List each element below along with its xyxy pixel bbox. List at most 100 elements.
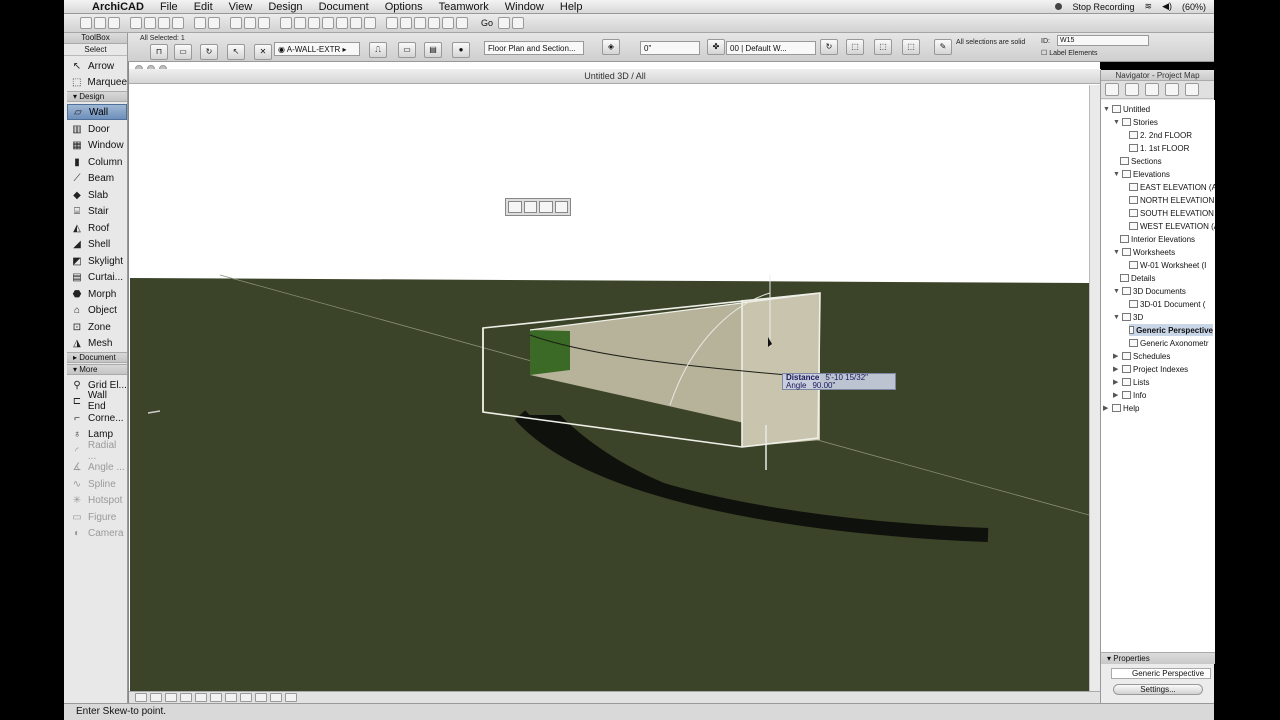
tree-item[interactable]: ▶ Help	[1103, 402, 1139, 414]
zoom-previous-icon[interactable]	[180, 693, 192, 702]
tool-roof[interactable]: ◭ Roof	[67, 220, 127, 236]
orbit-icon[interactable]	[414, 17, 426, 29]
battery-text[interactable]: (60%)	[1182, 2, 1206, 12]
tree-item-selected[interactable]: Generic Perspective	[1129, 324, 1213, 336]
tool-object[interactable]: ⌂ Object	[67, 302, 127, 318]
tree-item[interactable]: WEST ELEVATION (A	[1129, 220, 1215, 232]
tool-door[interactable]: ▥ Door	[67, 121, 127, 137]
tree-item[interactable]: 1. 1st FLOOR	[1129, 142, 1189, 154]
zoom-out-icon[interactable]	[150, 693, 162, 702]
expand-icon[interactable]: ▶	[1113, 352, 1120, 360]
explore-icon[interactable]	[240, 693, 252, 702]
settings-button[interactable]: Settings...	[1113, 684, 1203, 695]
tool-camera[interactable]: ◐ Camera	[67, 525, 127, 541]
wifi-icon[interactable]: ≋	[1145, 1, 1153, 12]
save-icon[interactable]	[108, 17, 120, 29]
structure-icon[interactable]: ▭	[398, 42, 416, 58]
properties-view-name[interactable]: Generic Perspective	[1111, 668, 1211, 679]
expand-icon[interactable]: ▼	[1113, 171, 1120, 178]
view-icon[interactable]	[456, 17, 468, 29]
orbit-icon[interactable]	[225, 693, 237, 702]
tool-spline[interactable]: ∿ Spline	[67, 476, 127, 492]
tree-item[interactable]: ▶ Lists	[1113, 376, 1149, 388]
expand-icon[interactable]: ▶	[1113, 378, 1120, 386]
go-label[interactable]: Go	[478, 18, 496, 28]
profile-icon[interactable]: ⎍	[369, 42, 387, 58]
tool-arrow[interactable]: ↖ Arrow	[67, 58, 127, 74]
tool-stair[interactable]: ⌸ Stair	[67, 203, 127, 219]
print-icon[interactable]	[130, 17, 142, 29]
layer-selector[interactable]: ◉ A-WALL-EXTR ▸	[274, 42, 360, 56]
zoom-selection-icon[interactable]	[285, 693, 297, 702]
snap-guides-icon[interactable]	[294, 17, 306, 29]
menu-window[interactable]: Window	[497, 1, 552, 13]
tool-curtain-wall[interactable]: ▤ Curtai...	[67, 269, 127, 285]
tool-figure[interactable]: ▭ Figure	[67, 509, 127, 525]
properties-header[interactable]: ▾ Properties	[1101, 652, 1215, 664]
menu-help[interactable]: Help	[552, 1, 591, 13]
menu-teamwork[interactable]: Teamwork	[431, 1, 497, 13]
inject-icon[interactable]	[258, 17, 270, 29]
menu-file[interactable]: File	[152, 1, 186, 13]
layout-book-icon[interactable]	[1165, 83, 1179, 96]
more-category[interactable]: ▾ More	[67, 364, 127, 375]
undo-icon[interactable]	[194, 17, 206, 29]
tool-beam[interactable]: ⟋ Beam	[67, 170, 127, 186]
tree-item[interactable]: ▶ Project Indexes	[1113, 363, 1188, 375]
view-3d-icon-1[interactable]: ⬚	[846, 39, 864, 55]
zoom-icon[interactable]	[400, 17, 412, 29]
expand-icon[interactable]: ▼	[1113, 119, 1120, 126]
tree-item[interactable]: ▼ Worksheets	[1113, 246, 1175, 258]
tree-item[interactable]: Details	[1120, 272, 1155, 284]
copy-icon[interactable]	[158, 17, 170, 29]
story-selector[interactable]: 00 | Default W...	[726, 41, 816, 55]
view-3d-icon-3[interactable]: ⬚	[902, 39, 920, 55]
angle-icon[interactable]: ◈	[602, 39, 620, 55]
expand-icon[interactable]: ▶	[1103, 404, 1110, 412]
tool-zone[interactable]: ⊡ Zone	[67, 319, 127, 335]
tool-window[interactable]: ▦ Window	[67, 137, 127, 153]
tool-morph[interactable]: ⬣ Morph	[67, 286, 127, 302]
walk-icon[interactable]	[442, 17, 454, 29]
tool-slab[interactable]: ◆ Slab	[67, 187, 127, 203]
navigator-icon[interactable]	[428, 17, 440, 29]
open-file-icon[interactable]	[94, 17, 106, 29]
tree-item[interactable]: Interior Elevations	[1120, 233, 1195, 245]
view-map-icon[interactable]	[1145, 83, 1159, 96]
arrow-icon[interactable]: ↖	[227, 44, 245, 60]
project-map-icon[interactable]	[1125, 83, 1139, 96]
paste-icon[interactable]	[172, 17, 184, 29]
material-icon[interactable]: ●	[452, 42, 470, 58]
tool-wall[interactable]: ▱ Wall	[67, 104, 127, 120]
tool-angle-dimension[interactable]: ∡ Angle ...	[67, 459, 127, 475]
pet-skew-icon[interactable]	[508, 201, 522, 213]
tree-item[interactable]: NORTH ELEVATION	[1129, 194, 1214, 206]
document-category[interactable]: ▸ Document	[67, 352, 127, 363]
design-category[interactable]: ▾ Design	[67, 91, 127, 102]
tree-item[interactable]: ▼ 3D	[1113, 311, 1143, 323]
composite-icon[interactable]: ▤	[424, 42, 442, 58]
expand-icon[interactable]: ▶	[1113, 391, 1120, 399]
3d-viewport[interactable]: Distance 5'-10 15/32" Angle 90.00"	[130, 85, 1089, 691]
fit-in-window-icon[interactable]	[165, 693, 177, 702]
pet-rotated-icon[interactable]	[554, 201, 568, 213]
menu-view[interactable]: View	[221, 1, 261, 13]
tree-item[interactable]: Generic Axonometr	[1129, 337, 1208, 349]
label-elements-checkbox[interactable]: ☐ Label Elements	[1041, 49, 1098, 57]
id-field[interactable]: W15	[1057, 35, 1149, 46]
explore-icon[interactable]	[498, 17, 511, 29]
view-3d-icon-2[interactable]: ⬚	[874, 39, 892, 55]
refresh-icon[interactable]: ↻	[820, 39, 838, 55]
zoom-next-icon[interactable]	[195, 693, 207, 702]
pick-up-icon[interactable]	[244, 17, 256, 29]
grid-snap-icon[interactable]	[280, 17, 292, 29]
tool-radial-dimension[interactable]: ◜ Radial ...	[67, 440, 127, 462]
3d-scene[interactable]	[130, 85, 1089, 691]
pet-rect2-icon[interactable]	[539, 201, 553, 213]
publisher-icon[interactable]	[1185, 83, 1199, 96]
menu-document[interactable]: Document	[311, 1, 377, 13]
tree-item[interactable]: ▶ Info	[1113, 389, 1146, 401]
tree-item[interactable]: 3D-01 Document (	[1129, 298, 1205, 310]
navigator-menu-icon[interactable]	[1105, 83, 1119, 96]
gravity-icon[interactable]	[308, 17, 320, 29]
